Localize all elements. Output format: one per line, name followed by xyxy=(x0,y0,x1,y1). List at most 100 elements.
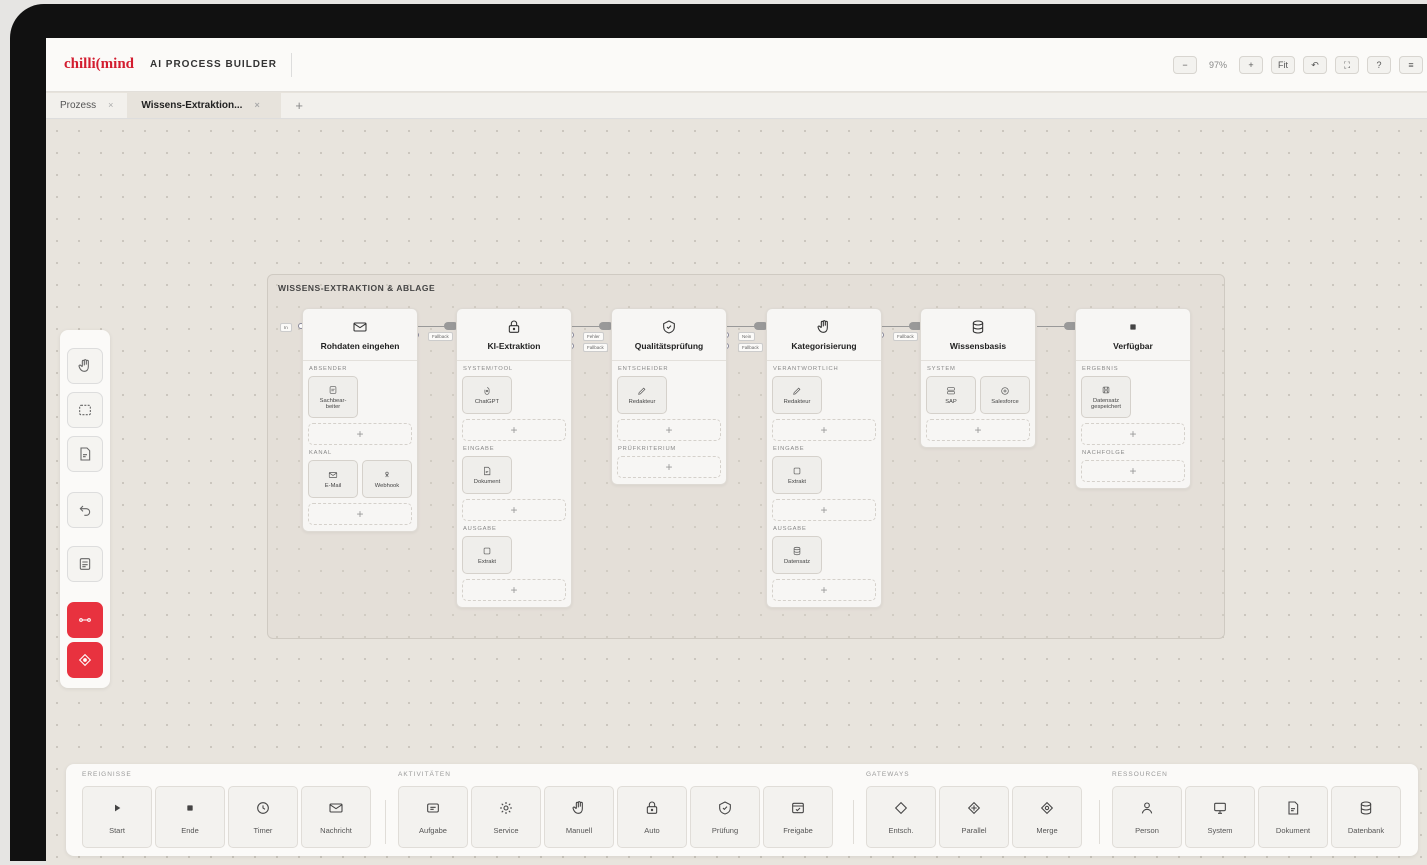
note-tool-button[interactable] xyxy=(67,436,103,472)
hand-icon xyxy=(817,319,828,333)
palette-item-nachricht[interactable]: Nachricht xyxy=(301,786,371,848)
palette-item-manuell[interactable]: Manuell xyxy=(544,786,614,848)
square-icon xyxy=(793,467,801,474)
add-resource-button[interactable]: + xyxy=(1081,460,1185,482)
add-tab-button[interactable]: + xyxy=(281,92,317,118)
fallback-label: Fallback xyxy=(583,343,608,352)
section-label: AUSGABE xyxy=(773,526,807,532)
node-header: Wissensbasis xyxy=(921,309,1035,361)
resource-chip[interactable]: Redakteur xyxy=(617,376,667,414)
diamond-icon xyxy=(894,801,908,814)
resource-chip[interactable]: Sachbear- beiter xyxy=(308,376,358,418)
stop-icon xyxy=(1130,323,1136,330)
palette-item-service[interactable]: Service xyxy=(471,786,541,848)
zoom-level: 97% xyxy=(1208,60,1227,70)
resource-chip[interactable]: SAP xyxy=(926,376,976,414)
palette-group-label: GATEWAYS xyxy=(866,771,910,778)
fullscreen-button[interactable]: ⛶ xyxy=(1335,56,1359,74)
notes-panel-button[interactable] xyxy=(67,546,103,582)
palette-item-ende[interactable]: Ende xyxy=(155,786,225,848)
close-icon[interactable]: × xyxy=(254,100,259,110)
chip-label: Extrakt xyxy=(787,478,807,485)
node-verfuegbar[interactable]: Verfügbar ERGEBNIS Datensatz gespeichert… xyxy=(1075,308,1191,489)
tab-wissens-extraktion[interactable]: Wissens-Extraktion... × xyxy=(127,92,282,118)
resource-chip[interactable]: Extrakt xyxy=(772,456,822,494)
save-icon xyxy=(1102,386,1110,393)
help-button[interactable]: ? xyxy=(1367,56,1391,74)
webhook-icon xyxy=(385,471,389,477)
palette-item-dokument[interactable]: Dokument xyxy=(1258,786,1328,848)
add-resource-button[interactable]: + xyxy=(1081,423,1185,445)
shield-check-icon xyxy=(663,319,675,334)
connector-icon xyxy=(79,618,91,622)
node-rohdaten-eingehen[interactable]: Rohdaten eingehen ABSENDER Sachbear- bei… xyxy=(302,308,418,532)
resource-chip[interactable]: Salesforce xyxy=(980,376,1030,414)
pan-tool-button[interactable] xyxy=(67,348,103,384)
resource-chip[interactable]: Redakteur xyxy=(772,376,822,414)
add-resource-button[interactable]: + xyxy=(617,456,721,478)
gateway-tool-button[interactable] xyxy=(67,642,103,678)
add-resource-button[interactable]: + xyxy=(462,419,566,441)
add-resource-button[interactable]: + xyxy=(308,503,412,525)
palette-item-start[interactable]: Start xyxy=(82,786,152,848)
chip-label: Extrakt xyxy=(477,558,497,565)
clock-icon xyxy=(257,801,269,814)
palette-item-pruefung[interactable]: Prüfung xyxy=(690,786,760,848)
top-bar: chilli(mind AI PROCESS BUILDER − 97% + F… xyxy=(46,38,1427,92)
palette-item-label: Entsch. xyxy=(888,825,914,835)
add-resource-button[interactable]: + xyxy=(772,499,876,521)
add-resource-button[interactable]: + xyxy=(617,419,721,441)
connector-tool-button[interactable] xyxy=(67,602,103,638)
resource-chip[interactable]: E-Mail xyxy=(308,460,358,498)
palette-item-label: Timer xyxy=(253,825,273,835)
select-tool-button[interactable] xyxy=(67,392,103,428)
palette-item-aufgabe[interactable]: Aufgabe xyxy=(398,786,468,848)
zoom-out-button[interactable]: − xyxy=(1172,56,1197,74)
palette-item-label: Person xyxy=(1135,825,1159,835)
resource-chip[interactable]: Datensatz gespeichert xyxy=(1081,376,1131,418)
chip-label: Dokument xyxy=(473,478,501,485)
add-resource-button[interactable]: + xyxy=(462,579,566,601)
node-ki-extraktion[interactable]: KI-Extraktion SYSTEM/TOOL ChatGPT + EING… xyxy=(456,308,572,608)
resource-chip[interactable]: Dokument xyxy=(462,456,512,494)
add-resource-button[interactable]: + xyxy=(772,579,876,601)
add-resource-button[interactable]: + xyxy=(926,419,1030,441)
zoom-in-button[interactable]: + xyxy=(1239,56,1263,74)
palette-item-parallel[interactable]: Parallel xyxy=(939,786,1009,848)
add-resource-button[interactable]: + xyxy=(462,499,566,521)
undo-button[interactable]: ↶ xyxy=(1303,56,1327,74)
close-icon[interactable]: × xyxy=(108,100,113,110)
fit-button[interactable]: Fit xyxy=(1271,56,1295,74)
palette-item-label: Merge xyxy=(1036,825,1058,835)
resource-chip[interactable]: Extrakt xyxy=(462,536,512,574)
palette-item-datenbank[interactable]: Datenbank xyxy=(1331,786,1401,848)
hand-icon xyxy=(78,359,89,372)
tab-label: Prozess xyxy=(60,99,97,111)
palette-item-system[interactable]: System xyxy=(1185,786,1255,848)
resource-chip[interactable]: Webhook xyxy=(362,460,412,498)
tab-prozess[interactable]: Prozess × xyxy=(46,92,127,118)
palette-item-label: Start xyxy=(109,825,125,835)
palette-item-entsch[interactable]: Entsch. xyxy=(866,786,936,848)
selection-icon xyxy=(79,404,91,416)
node-wissensbasis[interactable]: Wissensbasis SYSTEM SAP Salesforce + xyxy=(920,308,1036,448)
palette-item-label: Aufgabe xyxy=(419,825,447,835)
resource-chip[interactable]: ChatGPT xyxy=(462,376,512,414)
palette-item-label: Manuell xyxy=(565,825,593,835)
menu-button[interactable]: ≡ xyxy=(1399,56,1423,74)
palette-item-timer[interactable]: Timer xyxy=(228,786,298,848)
add-resource-button[interactable]: + xyxy=(308,423,412,445)
gear-icon xyxy=(500,801,512,814)
add-resource-button[interactable]: + xyxy=(772,419,876,441)
resource-chip[interactable]: Datensatz xyxy=(772,536,822,574)
palette-group-label: EREIGNISSE xyxy=(82,771,132,778)
node-kategorisierung[interactable]: Kategorisierung VERANTWORTLICH Redakteur… xyxy=(766,308,882,608)
process-canvas[interactable]: WISSENS-EXTRAKTION & ABLAGE In Fallback … xyxy=(46,120,1427,865)
palette-item-merge[interactable]: Merge xyxy=(1012,786,1082,848)
database-icon xyxy=(1360,800,1372,815)
undo-tool-button[interactable] xyxy=(67,492,103,528)
palette-item-auto[interactable]: Auto xyxy=(617,786,687,848)
palette-item-freigabe[interactable]: Freigabe xyxy=(763,786,833,848)
palette-item-person[interactable]: Person xyxy=(1112,786,1182,848)
node-qualitaetspruefung[interactable]: Qualitätsprüfung ENTSCHEIDER Redakteur +… xyxy=(611,308,727,485)
